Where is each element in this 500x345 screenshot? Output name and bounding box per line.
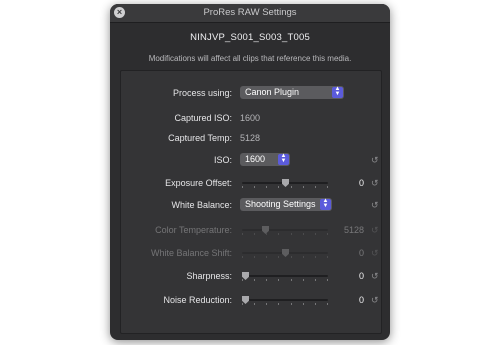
noise-reduction-value[interactable]: 0: [328, 292, 364, 308]
slider-tick: [266, 186, 267, 188]
white-balance-popup[interactable]: Shooting Settings ▲ ▼: [240, 198, 332, 211]
slider-tick: [266, 233, 267, 235]
slider-tick: [254, 233, 255, 235]
slider-track: [242, 275, 328, 277]
slider-track: [242, 229, 328, 231]
iso-popup[interactable]: 1600 ▲ ▼: [240, 153, 290, 166]
slider-tick: [315, 256, 316, 258]
white-balance-value: Shooting Settings: [245, 199, 316, 209]
slider-tick: [315, 186, 316, 188]
row-exposure-offset: Exposure Offset: 0 ↺: [121, 175, 381, 191]
noise-reduction-label: Noise Reduction:: [163, 295, 232, 305]
row-white-balance-shift: White Balance Shift: 0 ↺: [121, 245, 381, 261]
row-white-balance: White Balance: Shooting Settings ▲ ▼ ↺: [121, 197, 381, 213]
slider-tick: [278, 233, 279, 235]
close-icon[interactable]: ×: [114, 7, 125, 18]
captured-iso-label: Captured ISO:: [174, 113, 232, 123]
slider-tick: [315, 233, 316, 235]
slider-tick: [303, 279, 304, 281]
title-bar: × ProRes RAW Settings: [110, 4, 390, 23]
exposure-offset-label: Exposure Offset:: [165, 178, 232, 188]
process-using-value: Canon Plugin: [245, 87, 300, 97]
slider-tick: [278, 303, 279, 305]
slider-thumb[interactable]: [282, 179, 289, 187]
reset-icon[interactable]: ↺: [371, 268, 379, 284]
slider-tick: [266, 303, 267, 305]
white-balance-shift-label: White Balance Shift:: [150, 248, 232, 258]
row-captured-iso: Captured ISO: 1600: [121, 110, 381, 126]
slider-tick: [291, 256, 292, 258]
slider-tick: [266, 256, 267, 258]
slider-tick: [242, 233, 243, 235]
slider-tick: [266, 279, 267, 281]
exposure-offset-slider[interactable]: [242, 179, 328, 188]
process-using-label: Process using:: [172, 88, 232, 98]
reset-icon[interactable]: ↺: [371, 152, 379, 168]
clip-name: NINJVP_S001_S003_T005: [190, 32, 310, 43]
slider-tick: [291, 279, 292, 281]
chevron-updown-icon: ▲ ▼: [332, 86, 343, 98]
slider-tick: [254, 256, 255, 258]
window-title: ProRes RAW Settings: [203, 7, 297, 18]
slider-tick: [254, 303, 255, 305]
captured-iso-value: 1600: [240, 113, 261, 123]
row-process-using: Process using: Canon Plugin ▲ ▼: [121, 85, 381, 101]
slider-thumb: [282, 249, 289, 257]
slider-tick: [242, 256, 243, 258]
white-balance-shift-value: 0: [358, 248, 364, 258]
slider-tick: [242, 303, 243, 305]
notice-text: Modifications will affect all clips that…: [148, 54, 352, 63]
iso-label: ISO:: [213, 155, 232, 165]
chevron-updown-icon: ▲ ▼: [278, 153, 289, 165]
noise-reduction-slider[interactable]: [242, 296, 328, 305]
slider-tick: [291, 233, 292, 235]
reset-icon[interactable]: ↺: [371, 292, 379, 308]
chevron-updown-icon: ▲ ▼: [320, 198, 331, 210]
row-sharpness: Sharpness: 0 ↺: [121, 268, 381, 284]
process-using-popup[interactable]: Canon Plugin ▲ ▼: [240, 86, 344, 99]
white-balance-label: White Balance:: [171, 200, 232, 210]
reset-icon: ↺: [371, 225, 379, 235]
slider-tick: [254, 279, 255, 281]
slider-tick: [303, 303, 304, 305]
row-captured-temp: Captured Temp: 5128: [121, 130, 381, 146]
exposure-offset-value[interactable]: 0: [328, 175, 364, 191]
slider-tick: [291, 303, 292, 305]
slider-tick: [303, 233, 304, 235]
row-noise-reduction: Noise Reduction: 0 ↺: [121, 292, 381, 308]
slider-tick: [278, 279, 279, 281]
white-balance-shift-slider: [242, 249, 328, 258]
color-temperature-slider: [242, 226, 328, 235]
settings-panel: Process using: Canon Plugin ▲ ▼ Captured …: [120, 70, 382, 334]
sharpness-value[interactable]: 0: [328, 268, 364, 284]
slider-tick: [303, 186, 304, 188]
slider-tick: [242, 279, 243, 281]
slider-tick: [242, 186, 243, 188]
sharpness-slider[interactable]: [242, 272, 328, 281]
prores-raw-settings-window: × ProRes RAW Settings NINJVP_S001_S003_T…: [110, 4, 390, 340]
slider-tick: [315, 303, 316, 305]
slider-tick: [291, 186, 292, 188]
color-temperature-value: 5128: [343, 225, 364, 235]
reset-icon[interactable]: ↺: [371, 197, 379, 213]
sharpness-label: Sharpness:: [186, 271, 232, 281]
slider-thumb[interactable]: [242, 296, 249, 304]
reset-icon: ↺: [371, 248, 379, 258]
slider-tick: [278, 256, 279, 258]
slider-tick: [315, 279, 316, 281]
captured-temp-label: Captured Temp:: [168, 133, 232, 143]
row-iso: ISO: 1600 ▲ ▼ ↺: [121, 152, 381, 168]
slider-tick: [303, 256, 304, 258]
slider-tick: [254, 186, 255, 188]
captured-temp-value: 5128: [240, 133, 261, 143]
iso-value: 1600: [245, 154, 266, 164]
reset-icon[interactable]: ↺: [371, 175, 379, 191]
slider-thumb[interactable]: [242, 272, 249, 280]
color-temperature-label: Color Temperature:: [155, 225, 232, 235]
slider-tick: [278, 186, 279, 188]
slider-track: [242, 299, 328, 301]
row-color-temperature: Color Temperature: 5128 ↺: [121, 222, 381, 238]
